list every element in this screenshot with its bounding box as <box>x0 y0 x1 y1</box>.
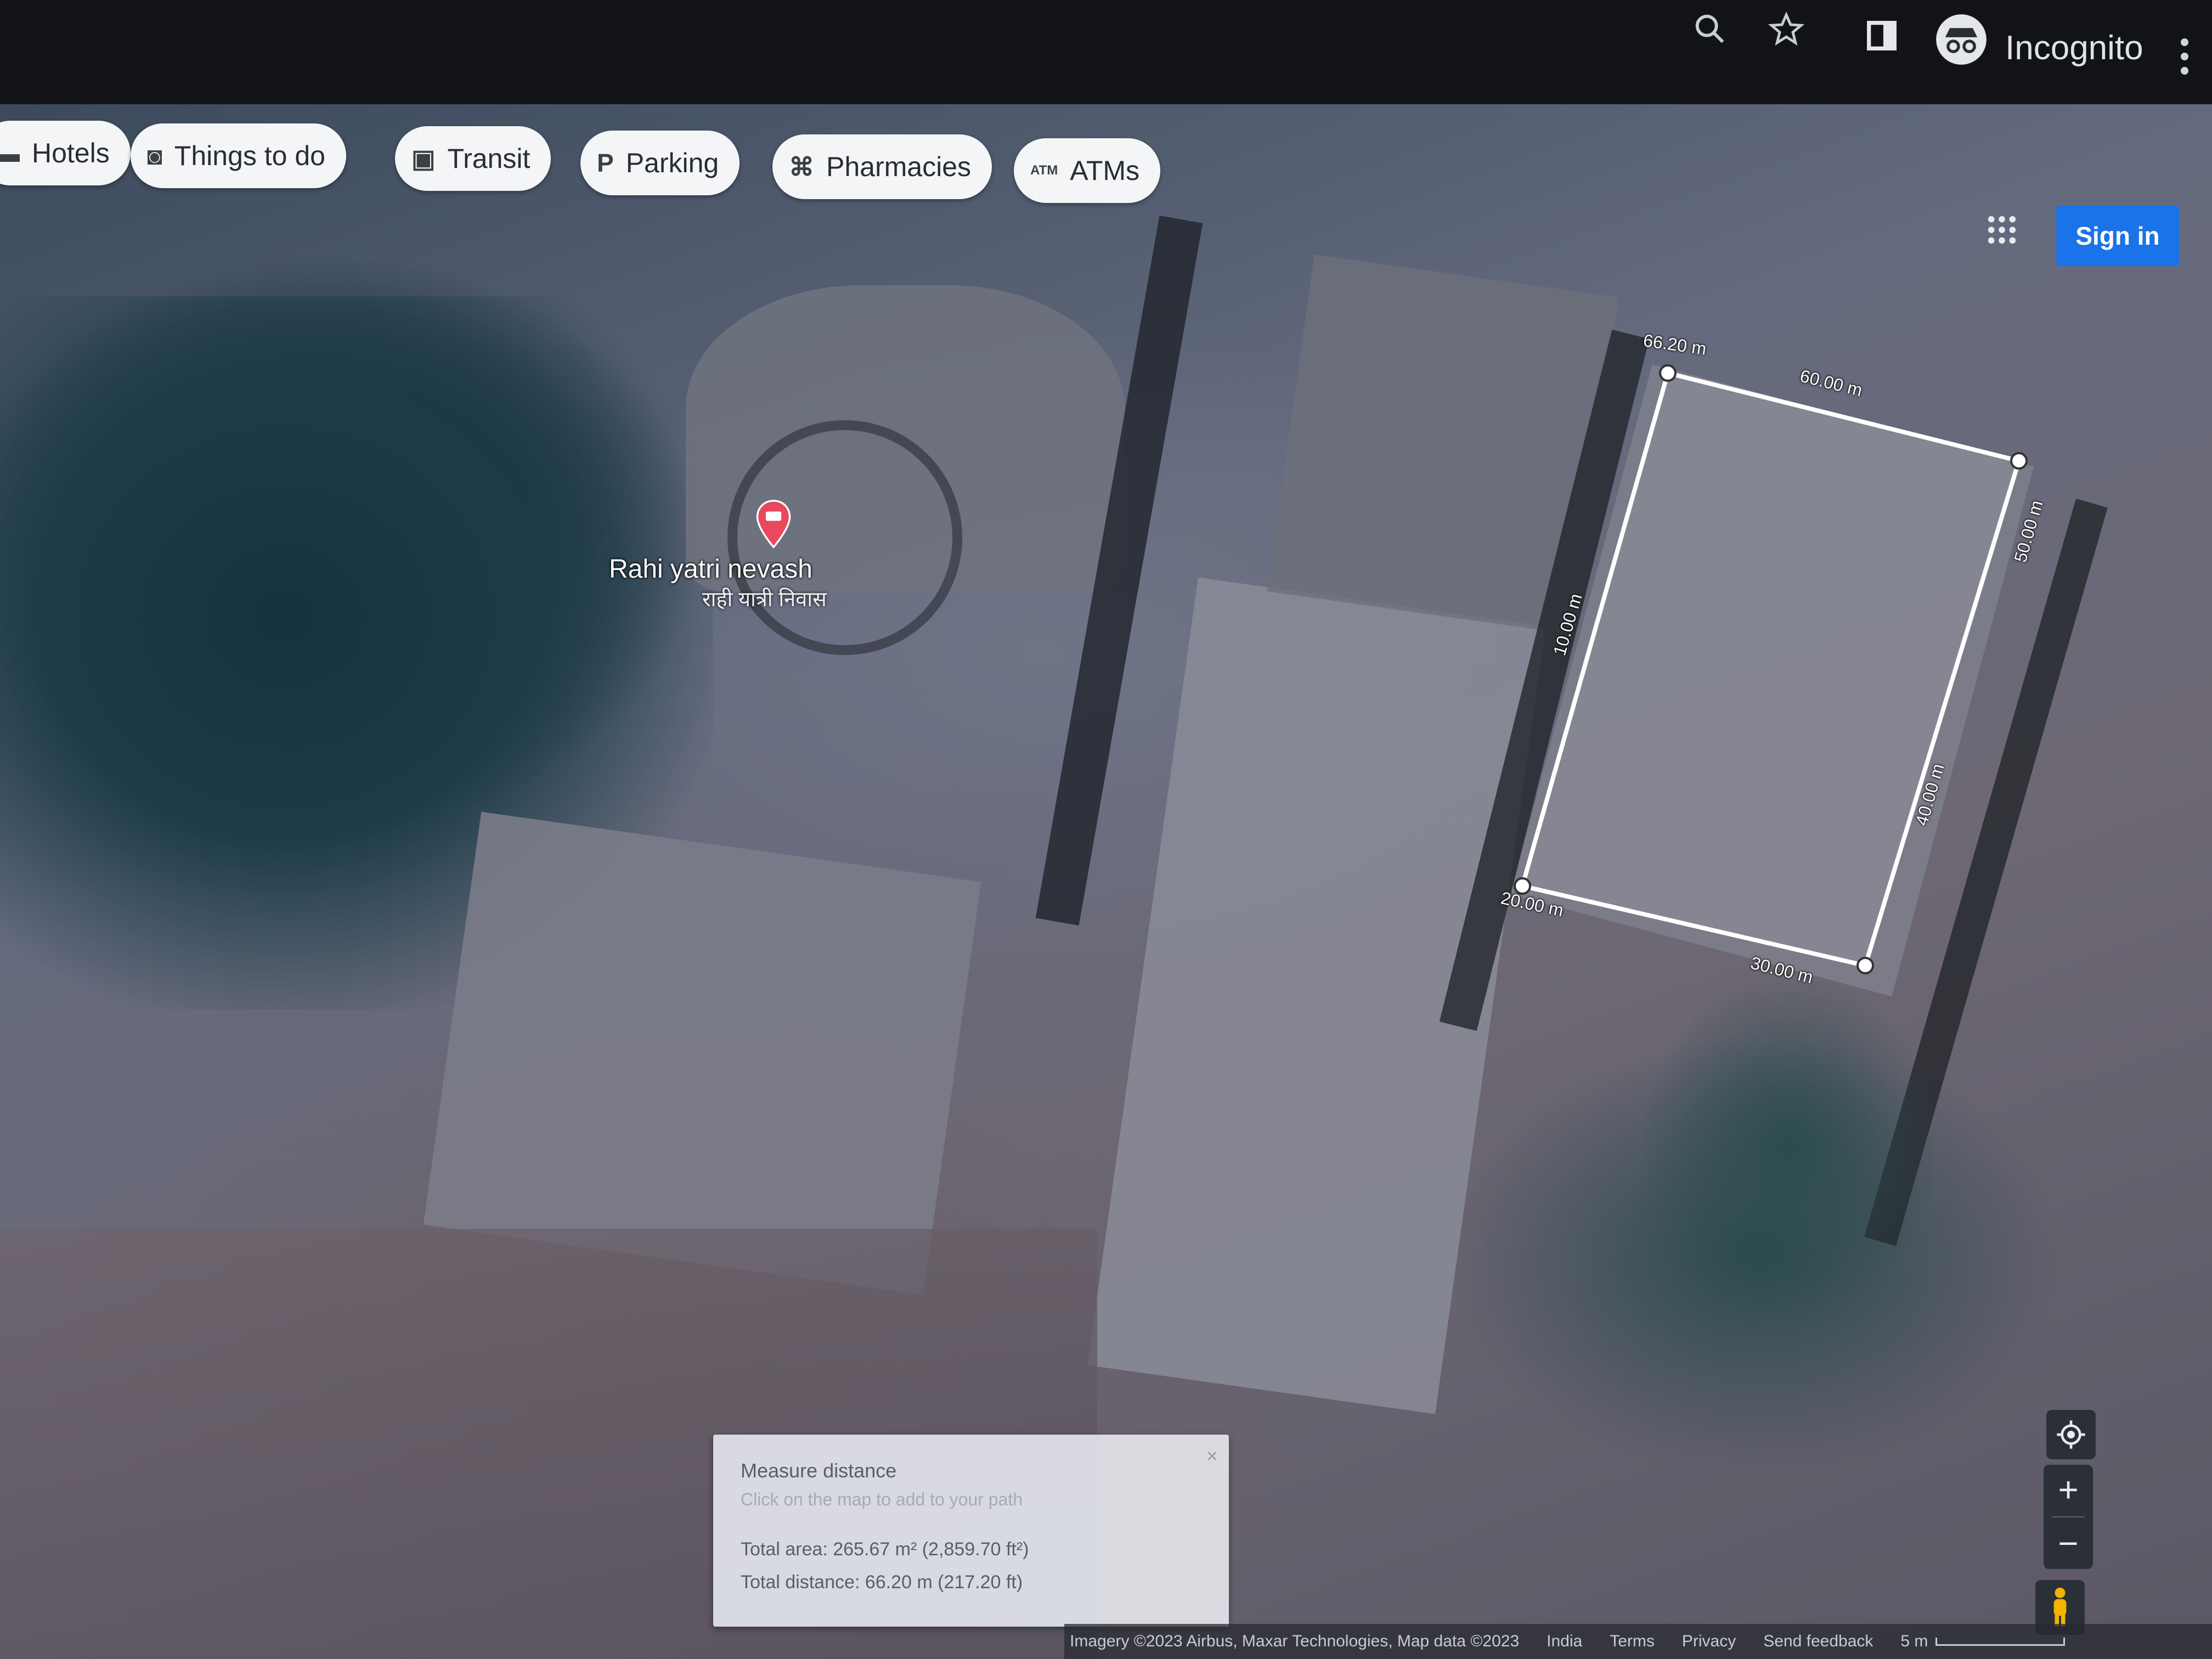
place-pin-icon[interactable] <box>754 499 793 549</box>
side-panel-icon[interactable] <box>1863 16 1901 55</box>
bus-icon: ▣ <box>411 144 436 173</box>
send-feedback-link[interactable]: Send feedback <box>1763 1632 1873 1651</box>
google-apps-icon[interactable] <box>1986 214 2018 246</box>
pegman-icon <box>2053 1587 2067 1627</box>
country-link[interactable]: India <box>1547 1632 1582 1651</box>
sign-in-button[interactable]: Sign in <box>2056 206 2179 266</box>
bookmark-star-icon[interactable] <box>1767 10 1806 49</box>
atm-icon: ATM <box>1030 163 1058 178</box>
pharmacy-icon: ⌘ <box>789 153 814 181</box>
imagery-attribution: Imagery ©2023 Airbus, Maxar Technologies… <box>1070 1632 1520 1650</box>
measure-vertex[interactable] <box>1659 364 1677 382</box>
my-location-button[interactable] <box>2046 1410 2096 1459</box>
place-name-label[interactable]: Rahi yatri nevash <box>609 554 812 584</box>
parking-icon: P <box>597 149 614 177</box>
zoom-divider <box>2052 1516 2085 1517</box>
measure-polygon <box>1520 370 2022 968</box>
measure-distance-panel: Measure distance Click on the map to add… <box>713 1435 1229 1627</box>
chip-atms[interactable]: ATM ATMs <box>1014 138 1161 203</box>
close-icon[interactable]: × <box>1206 1444 1218 1468</box>
measure-panel-title: Measure distance <box>741 1459 897 1482</box>
scale-indicator[interactable]: 5 m <box>1900 1632 2092 1651</box>
crosshair-icon <box>2057 1420 2085 1449</box>
chip-parking[interactable]: P Parking <box>580 131 740 195</box>
browser-menu-icon[interactable] <box>2181 38 2194 82</box>
zoom-control: + − <box>2044 1465 2093 1569</box>
measure-vertex[interactable] <box>1857 957 1874 974</box>
bed-icon: ▬ <box>0 139 20 167</box>
measure-panel-hint: Click on the map to add to your path <box>741 1489 1023 1509</box>
search-icon[interactable] <box>1691 10 1729 48</box>
measure-vertex[interactable] <box>2010 452 2028 470</box>
scale-label: 5 m <box>1900 1632 1928 1650</box>
zoom-out-button[interactable]: − <box>2044 1519 2093 1568</box>
incognito-icon[interactable] <box>1934 12 1989 67</box>
measure-total-distance: Total distance: 66.20 m (217.20 ft) <box>741 1572 1023 1593</box>
measurement-overlay <box>727 364 2028 974</box>
chip-label: Transit <box>447 143 531 174</box>
map-footer: Imagery ©2023 Airbus, Maxar Technologies… <box>1064 1624 2212 1659</box>
browser-toolbar: Incognito <box>0 0 2212 104</box>
chip-label: ATMs <box>1070 155 1140 186</box>
chip-pharmacies[interactable]: ⌘ Pharmacies <box>772 134 992 199</box>
measure-total-area: Total area: 265.67 m² (2,859.70 ft²) <box>741 1539 1029 1560</box>
incognito-label: Incognito <box>2005 29 2143 67</box>
scale-bar <box>1936 1637 2066 1646</box>
place-name-local-label[interactable]: राही यात्री निवास <box>702 584 827 613</box>
camera-icon: ◙ <box>147 142 162 170</box>
zoom-in-button[interactable]: + <box>2044 1465 2093 1514</box>
chip-things-to-do[interactable]: ◙ Things to do <box>131 123 346 188</box>
terms-link[interactable]: Terms <box>1610 1632 1655 1651</box>
chip-hotels[interactable]: ▬ Hotels <box>0 121 131 185</box>
privacy-link[interactable]: Privacy <box>1682 1632 1736 1651</box>
chip-label: Parking <box>625 148 719 178</box>
chip-label: Pharmacies <box>826 151 971 182</box>
chip-transit[interactable]: ▣ Transit <box>395 126 551 191</box>
chip-label: Hotels <box>32 138 110 168</box>
satellite-map[interactable]: 66.20 m 60.00 m 50.00 m 40.00 m 30.00 m … <box>0 104 2212 1659</box>
chip-label: Things to do <box>174 140 325 171</box>
